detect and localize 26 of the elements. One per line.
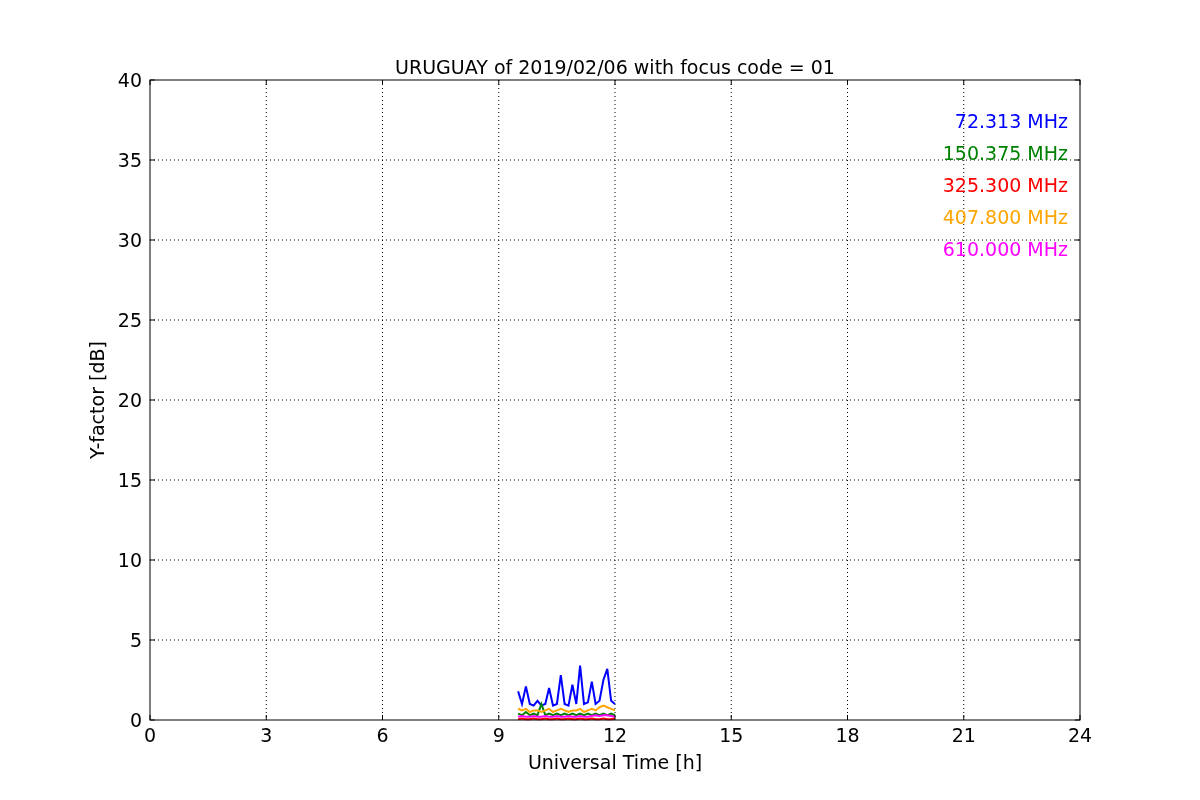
y-tick-label: 30 [117, 229, 142, 251]
x-tick-label: 12 [602, 724, 628, 746]
y-tick-label: 20 [117, 389, 142, 411]
legend-label: 325.300 MHz [942, 174, 1068, 196]
y-tick-label: 10 [117, 549, 142, 571]
y-tick-label: 0 [129, 709, 142, 731]
x-tick-label: 9 [492, 724, 505, 746]
legend-label: 610.000 MHz [942, 238, 1068, 260]
legend-label: 150.375 MHz [942, 142, 1068, 164]
legend-label: 72.313 MHz [954, 110, 1068, 132]
y-tick-label: 5 [129, 629, 142, 651]
chart-title: URUGUAY of 2019/02/06 with focus code = 01 [395, 56, 835, 78]
x-tick-label: 24 [1067, 724, 1093, 746]
x-tick-label: 18 [835, 724, 860, 746]
y-axis-label: Y-factor [dB] [86, 341, 108, 459]
x-tick-label: 15 [719, 724, 744, 746]
y-tick-label: 40 [117, 69, 142, 91]
x-tick-label: 21 [951, 724, 976, 746]
y-tick-label: 35 [117, 149, 142, 171]
y-tick-label: 25 [117, 309, 142, 331]
x-tick-label: 0 [143, 724, 157, 746]
x-tick-label: 6 [376, 724, 389, 746]
x-tick-label: 3 [260, 724, 273, 746]
x-axis-label: Universal Time [h] [527, 751, 703, 773]
legend-label: 407.800 MHz [942, 206, 1068, 228]
y-tick-label: 15 [117, 469, 142, 491]
